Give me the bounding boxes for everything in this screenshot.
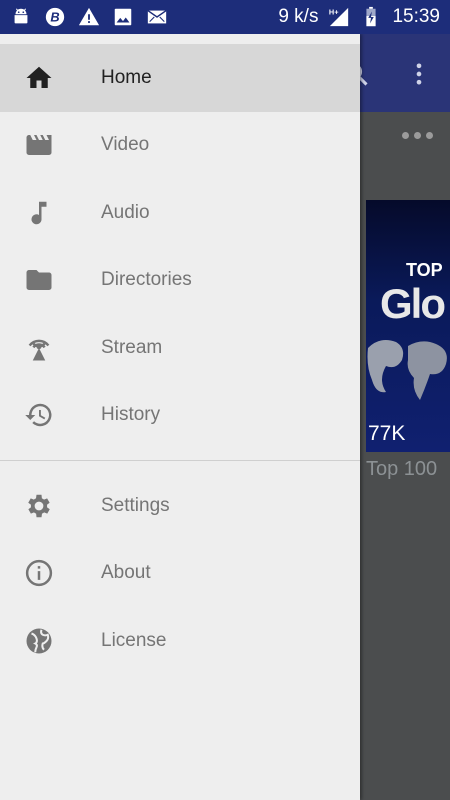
nav-item-audio[interactable]: Audio xyxy=(0,179,360,247)
thumbnail-text-top: TOP xyxy=(406,260,443,280)
android-icon xyxy=(10,6,32,28)
overflow-menu-icon xyxy=(405,60,433,88)
nav-item-directories[interactable]: Directories xyxy=(0,247,360,315)
status-bar: B 9 k/s H+ 15:39 xyxy=(0,0,450,34)
video-thumbnail: TOP Glo 77K xyxy=(366,200,450,452)
warning-icon xyxy=(78,6,100,28)
nav-item-stream[interactable]: Stream xyxy=(0,314,360,382)
nav-item-about[interactable]: About xyxy=(0,540,360,608)
drawer-divider xyxy=(0,460,360,461)
nav-label-about: About xyxy=(101,562,151,584)
battery-charging-icon xyxy=(360,6,382,28)
b-app-icon: B xyxy=(44,6,66,28)
nav-label-audio: Audio xyxy=(101,201,150,223)
nav-item-video[interactable]: Video xyxy=(0,112,360,180)
music-note-icon xyxy=(24,198,54,228)
nav-label-license: License xyxy=(101,629,167,651)
image-icon xyxy=(112,6,134,28)
network-type: H+ xyxy=(329,7,339,16)
nav-label-video: Video xyxy=(101,134,150,156)
gear-icon xyxy=(24,491,54,521)
svg-text:B: B xyxy=(50,10,59,25)
more-dots-icon xyxy=(402,132,433,139)
drawer-top-spacer xyxy=(0,34,360,44)
mail-icon xyxy=(146,6,168,28)
globe-icon xyxy=(24,626,54,656)
folder-icon xyxy=(24,265,54,295)
view-count: 77K xyxy=(368,422,406,445)
clock: 15:39 xyxy=(392,6,440,27)
video-icon xyxy=(24,130,54,160)
world-map-icon xyxy=(367,340,447,400)
video-title: Top 100 xyxy=(366,458,438,480)
nav-label-stream: Stream xyxy=(101,336,163,358)
nav-label-history: History xyxy=(101,404,161,426)
navigation-drawer: Home Video Audio Directories Stream Hist… xyxy=(0,34,360,800)
nav-label-home: Home xyxy=(101,66,152,88)
home-icon xyxy=(24,63,54,93)
signal-icon: H+ xyxy=(328,6,350,28)
network-speed: 9 k/s xyxy=(278,6,319,27)
nav-item-license[interactable]: License xyxy=(0,607,360,675)
stream-antenna-icon xyxy=(24,333,54,363)
nav-label-directories: Directories xyxy=(101,269,192,291)
history-icon xyxy=(24,400,54,430)
thumbnail-text-glo: Glo xyxy=(380,280,446,327)
info-icon xyxy=(24,558,54,588)
nav-item-history[interactable]: History xyxy=(0,382,360,450)
nav-label-settings: Settings xyxy=(101,494,170,516)
nav-item-settings[interactable]: Settings xyxy=(0,472,360,540)
nav-item-home[interactable]: Home xyxy=(0,44,360,112)
